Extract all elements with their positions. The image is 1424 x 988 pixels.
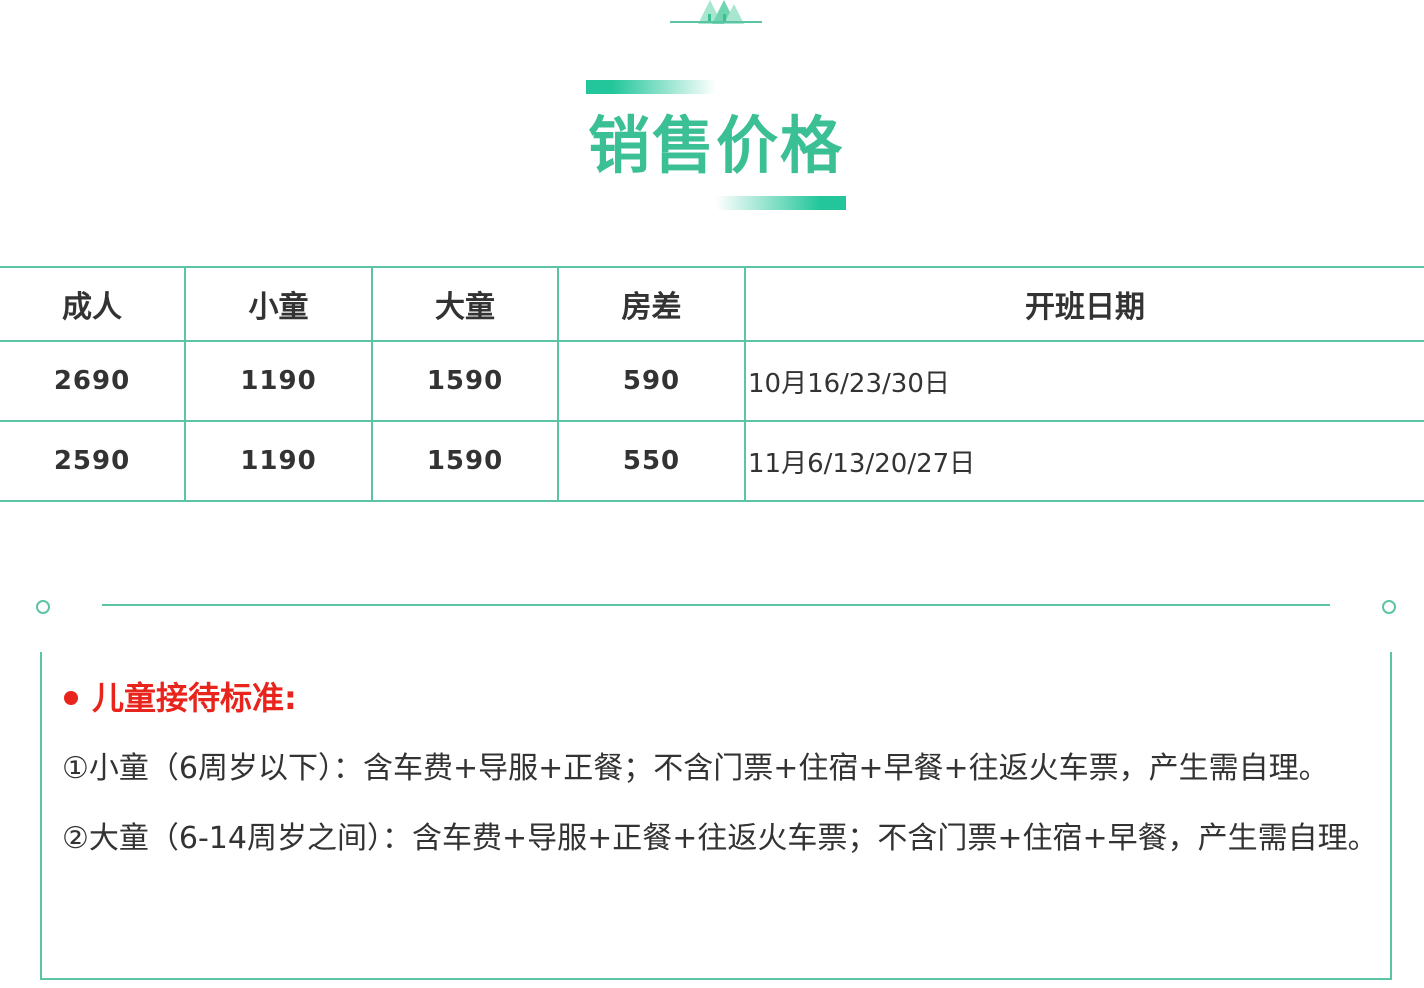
- cell-room-difference: 590: [557, 340, 746, 422]
- title-accent-bar-top: [586, 80, 716, 94]
- cell-small-child-price: 1190: [184, 340, 373, 422]
- policy-line-big-child: ②大童（6-14周岁之间）：含车费+导服+正餐+往返火车票；不含门票+住宿+早餐…: [62, 821, 1378, 856]
- table-row: 2590 1190 1590 550 11月6/13/20/27日: [0, 420, 1424, 502]
- cell-adult-price: 2690: [0, 340, 186, 422]
- cell-small-child-price: 1190: [184, 420, 373, 502]
- children-policy-heading-text: 儿童接待标准:: [92, 679, 297, 717]
- header-room-difference: 房差: [557, 266, 746, 342]
- section-divider: [102, 604, 1330, 606]
- cell-room-difference: 550: [557, 420, 746, 502]
- header-departure-dates: 开班日期: [744, 266, 1424, 342]
- section-title-block: 销售价格: [586, 80, 846, 212]
- policy-line-small-child: ①小童（6周岁以下）：含车费+导服+正餐；不含门票+住宿+早餐+往返火车票，产生…: [62, 751, 1329, 786]
- title-accent-bar-bottom: [716, 196, 846, 210]
- table-row: 2690 1190 1590 590 10月16/23/30日: [0, 340, 1424, 422]
- divider-dot-left-icon: [36, 600, 50, 614]
- price-table: 成人 小童 大童 房差 开班日期 2690 1190 1590 590 10月1…: [0, 266, 1424, 502]
- cell-big-child-price: 1590: [371, 340, 559, 422]
- divider-dot-right-icon: [1382, 600, 1396, 614]
- bullet-icon: [64, 691, 78, 705]
- header-small-child: 小童: [184, 266, 373, 342]
- table-header-row: 成人 小童 大童 房差 开班日期: [0, 266, 1424, 342]
- header-adult: 成人: [0, 266, 186, 342]
- cell-departure-dates: 11月6/13/20/27日: [744, 420, 1424, 502]
- children-policy-box: 儿童接待标准: ①小童（6周岁以下）：含车费+导服+正餐；不含门票+住宿+早餐+…: [40, 652, 1392, 980]
- header-big-child: 大童: [371, 266, 559, 342]
- cell-departure-dates: 10月16/23/30日: [744, 340, 1424, 422]
- page-title: 销售价格: [587, 109, 844, 182]
- children-policy-heading: 儿童接待标准:: [64, 678, 297, 718]
- cell-big-child-price: 1590: [371, 420, 559, 502]
- tree-decoration-icon: [670, 0, 762, 24]
- cell-adult-price: 2590: [0, 420, 186, 502]
- children-policy-lines: ①小童（6周岁以下）：含车费+导服+正餐；不含门票+住宿+早餐+往返火车票，产生…: [62, 734, 1382, 874]
